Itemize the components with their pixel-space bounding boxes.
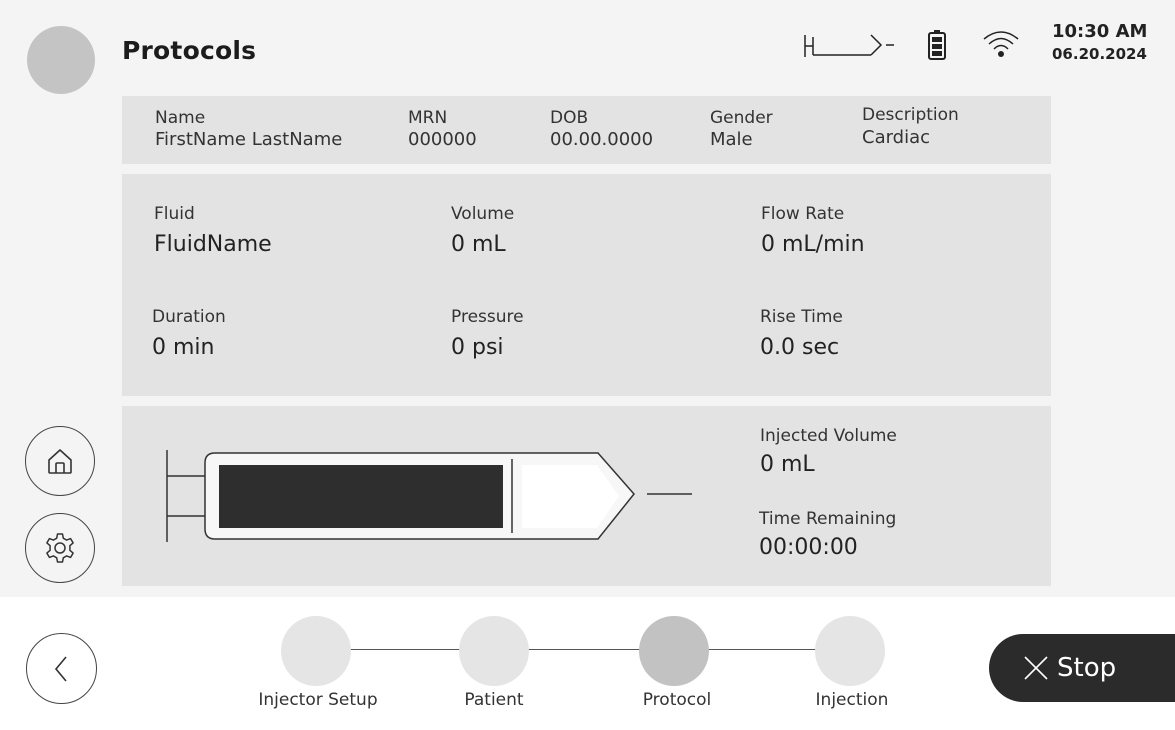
patient-name-value: FirstName LastName bbox=[155, 129, 343, 150]
step-dot-patient[interactable] bbox=[459, 616, 529, 686]
step-label-injector-setup[interactable]: Injector Setup bbox=[238, 690, 398, 710]
rise-time-value: 0.0 sec bbox=[760, 335, 840, 360]
stop-button-label: Stop bbox=[1057, 653, 1117, 683]
patient-gender-value: Male bbox=[710, 129, 753, 150]
step-label-injection[interactable]: Injection bbox=[772, 690, 932, 710]
gear-icon bbox=[46, 533, 74, 563]
syringe-status-icon bbox=[804, 34, 894, 57]
step-label-patient[interactable]: Patient bbox=[414, 690, 574, 710]
duration-value: 0 min bbox=[152, 335, 215, 360]
step-dot-injection[interactable] bbox=[815, 616, 885, 686]
patient-dob-label: DOB bbox=[550, 108, 589, 128]
home-icon bbox=[48, 449, 72, 474]
pressure-label: Pressure bbox=[451, 307, 524, 327]
patient-description-label: Description bbox=[862, 105, 959, 125]
clock-time: 10:30 AM bbox=[1052, 21, 1148, 42]
settings-button[interactable] bbox=[25, 513, 95, 583]
patient-dob-value: 00.00.0000 bbox=[550, 129, 654, 150]
volume-label: Volume bbox=[451, 204, 515, 224]
home-button[interactable] bbox=[25, 426, 95, 496]
battery-icon bbox=[928, 30, 946, 60]
time-remaining-label: Time Remaining bbox=[759, 509, 897, 529]
stop-button[interactable]: Stop bbox=[989, 634, 1175, 702]
step-dot-protocol[interactable] bbox=[639, 616, 709, 686]
patient-mrn-value: 000000 bbox=[408, 129, 477, 150]
injected-volume-value: 0 mL bbox=[760, 452, 815, 477]
patient-gender-label: Gender bbox=[710, 108, 773, 128]
step-dot-injector-setup[interactable] bbox=[281, 616, 351, 686]
close-icon bbox=[1024, 656, 1048, 680]
page-title: Protocols bbox=[122, 36, 257, 65]
patient-description-value: Cardiac bbox=[862, 127, 931, 148]
protocol-params-panel bbox=[122, 174, 1051, 396]
clock-date: 06.20.2024 bbox=[1052, 45, 1147, 63]
injected-volume-label: Injected Volume bbox=[760, 426, 897, 446]
rise-time-label: Rise Time bbox=[760, 307, 843, 327]
fluid-value: FluidName bbox=[154, 232, 272, 257]
avatar[interactable] bbox=[27, 26, 95, 94]
volume-value: 0 mL bbox=[451, 232, 506, 257]
chevron-left-icon bbox=[54, 655, 67, 682]
patient-name-label: Name bbox=[155, 108, 206, 128]
pressure-value: 0 psi bbox=[451, 335, 504, 360]
time-remaining-value: 00:00:00 bbox=[759, 535, 858, 560]
syringe-graphic bbox=[166, 450, 692, 542]
syringe-fluid-level bbox=[219, 465, 503, 528]
patient-mrn-label: MRN bbox=[408, 108, 448, 128]
back-button[interactable] bbox=[26, 633, 97, 704]
flow-rate-label: Flow Rate bbox=[761, 204, 845, 224]
flow-rate-value: 0 mL/min bbox=[761, 232, 865, 257]
step-label-protocol[interactable]: Protocol bbox=[597, 690, 757, 710]
stepper-line bbox=[316, 649, 850, 650]
fluid-label: Fluid bbox=[154, 204, 195, 224]
wifi-icon bbox=[983, 31, 1019, 57]
duration-label: Duration bbox=[152, 307, 226, 327]
